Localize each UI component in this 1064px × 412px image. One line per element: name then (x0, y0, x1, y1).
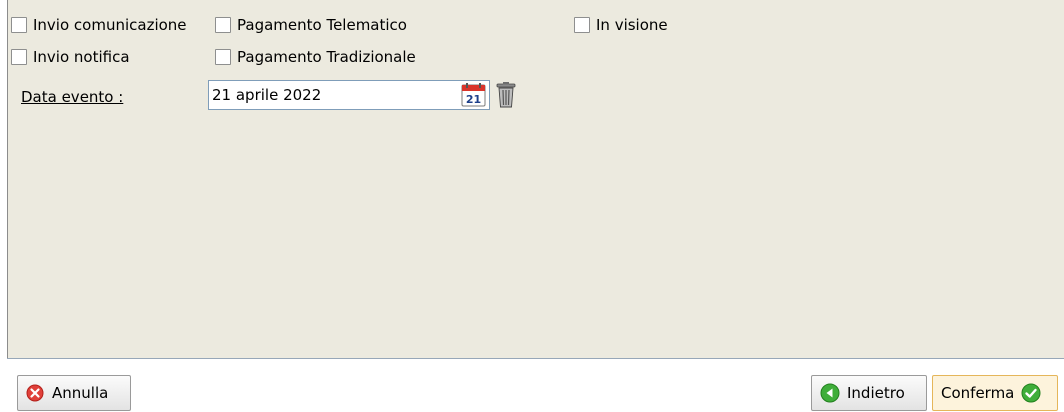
cancel-button[interactable]: Annulla (17, 375, 131, 411)
arrow-left-icon (820, 383, 840, 403)
cancel-icon (26, 384, 44, 402)
invio-notifica-checkbox[interactable]: Invio notifica (11, 47, 130, 67)
date-event-input[interactable] (208, 80, 490, 110)
checkbox-box[interactable] (215, 17, 231, 33)
calendar-icon[interactable]: 21 (461, 82, 487, 108)
form-panel: Invio comunicazione Pagamento Telematico… (7, 0, 1064, 358)
date-event-label: Data evento : (21, 88, 124, 106)
confirm-label: Conferma (941, 384, 1015, 402)
checkbox-box[interactable] (11, 17, 27, 33)
checkbox-box[interactable] (215, 49, 231, 65)
pagamento-telematico-checkbox[interactable]: Pagamento Telematico (215, 15, 407, 35)
checkbox-label: In visione (596, 16, 668, 34)
back-button[interactable]: Indietro (811, 375, 927, 411)
trash-icon[interactable] (495, 81, 517, 109)
checkbox-label: Invio notifica (33, 48, 130, 66)
check-icon (1021, 383, 1041, 403)
calendar-day: 21 (466, 93, 481, 106)
pagamento-tradizionale-checkbox[interactable]: Pagamento Tradizionale (215, 47, 416, 67)
back-label: Indietro (847, 384, 905, 402)
confirm-button[interactable]: Conferma (932, 375, 1058, 411)
checkbox-label: Invio comunicazione (33, 16, 187, 34)
checkbox-label: Pagamento Tradizionale (237, 48, 416, 66)
footer-divider (7, 358, 1064, 359)
checkbox-label: Pagamento Telematico (237, 16, 407, 34)
checkbox-box[interactable] (11, 49, 27, 65)
invio-comunicazione-checkbox[interactable]: Invio comunicazione (11, 15, 187, 35)
cancel-label: Annulla (52, 384, 109, 402)
checkbox-box[interactable] (574, 17, 590, 33)
in-visione-checkbox[interactable]: In visione (574, 15, 668, 35)
